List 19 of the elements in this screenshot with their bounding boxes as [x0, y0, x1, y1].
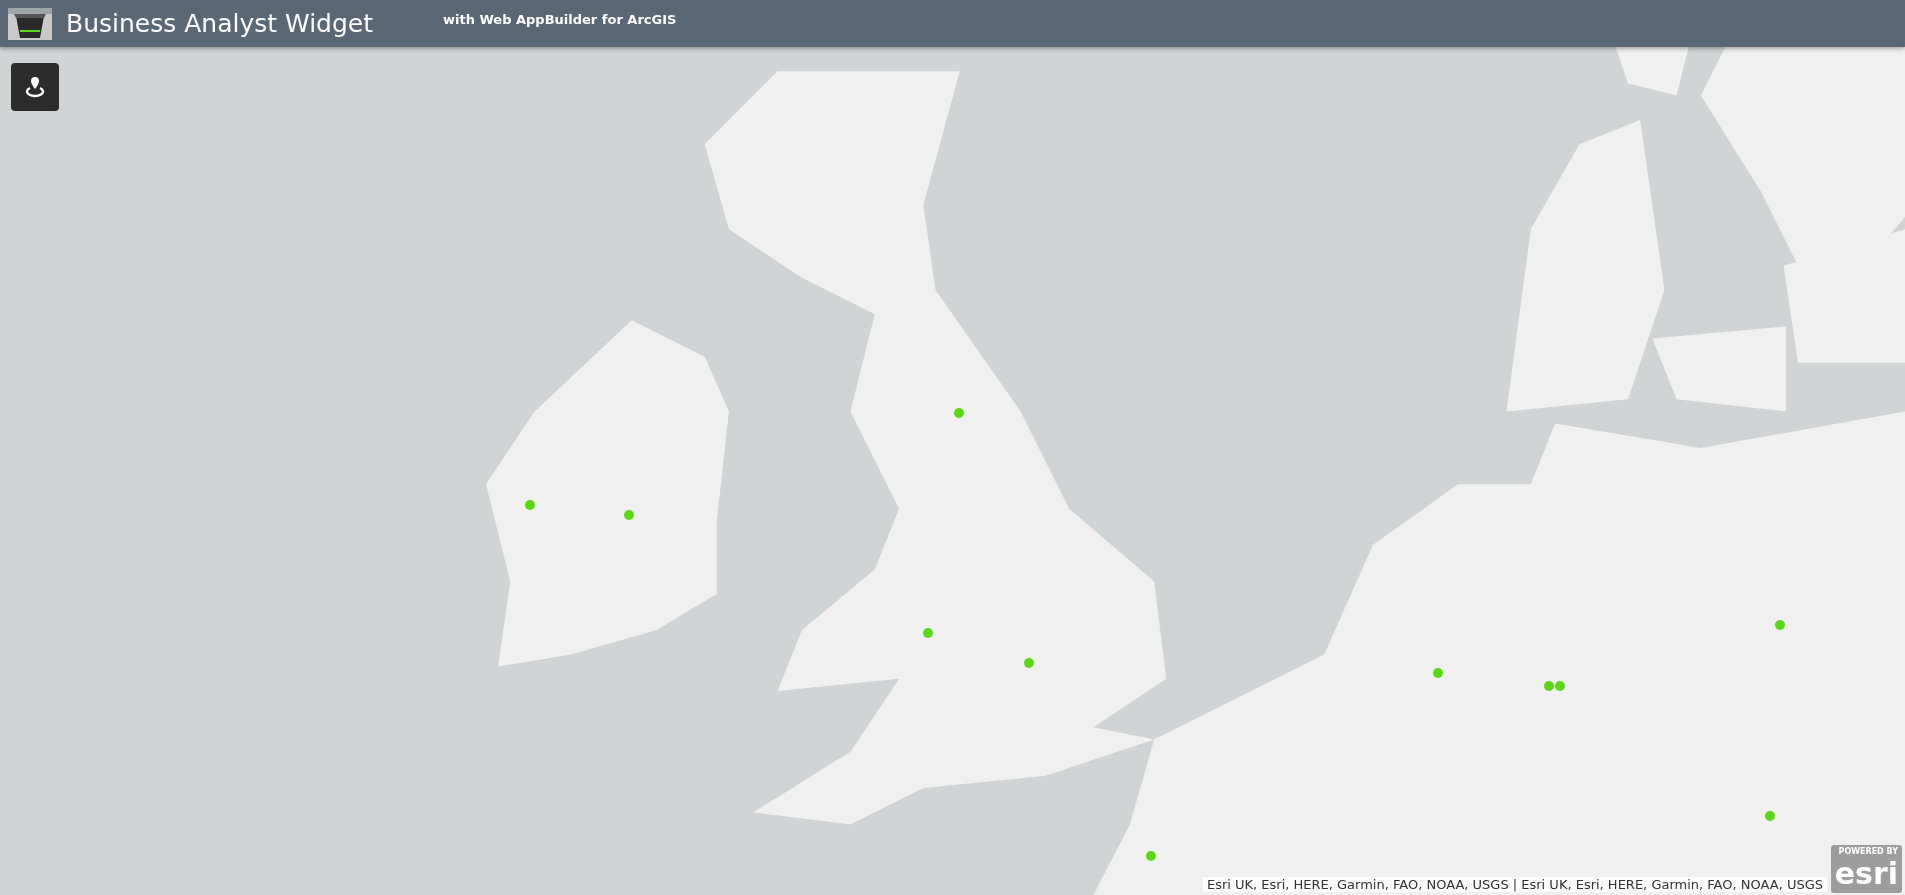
map-marker[interactable]	[1024, 657, 1035, 668]
map-marker[interactable]	[1145, 851, 1156, 862]
locate-button[interactable]	[11, 63, 59, 111]
map-marker[interactable]	[1554, 681, 1565, 692]
logo-caption: POWERED BY	[1838, 847, 1898, 857]
map-marker[interactable]	[1774, 620, 1785, 631]
app-subtitle: with Web AppBuilder for ArcGIS	[443, 12, 677, 27]
map-marker[interactable]	[1544, 681, 1554, 692]
map-marker[interactable]	[1765, 811, 1776, 822]
map-marker[interactable]	[524, 500, 535, 510]
esri-logo[interactable]: POWERED BY esri	[1830, 845, 1902, 893]
app-title: Business Analyst Widget	[66, 9, 373, 38]
map-marker[interactable]	[953, 407, 964, 418]
logo-wordmark: esri	[1834, 857, 1898, 891]
map-marker[interactable]	[1433, 667, 1444, 678]
map-marker[interactable]	[923, 627, 934, 638]
location-pin-icon	[24, 75, 46, 99]
map-marker[interactable]	[624, 509, 635, 520]
map-attribution: Esri UK, Esri, HERE, Garmin, FAO, NOAA, USGS | Esri UK, Esri, HERE, Garmin, FAO, NOAA, USGS	[1202, 877, 1827, 892]
